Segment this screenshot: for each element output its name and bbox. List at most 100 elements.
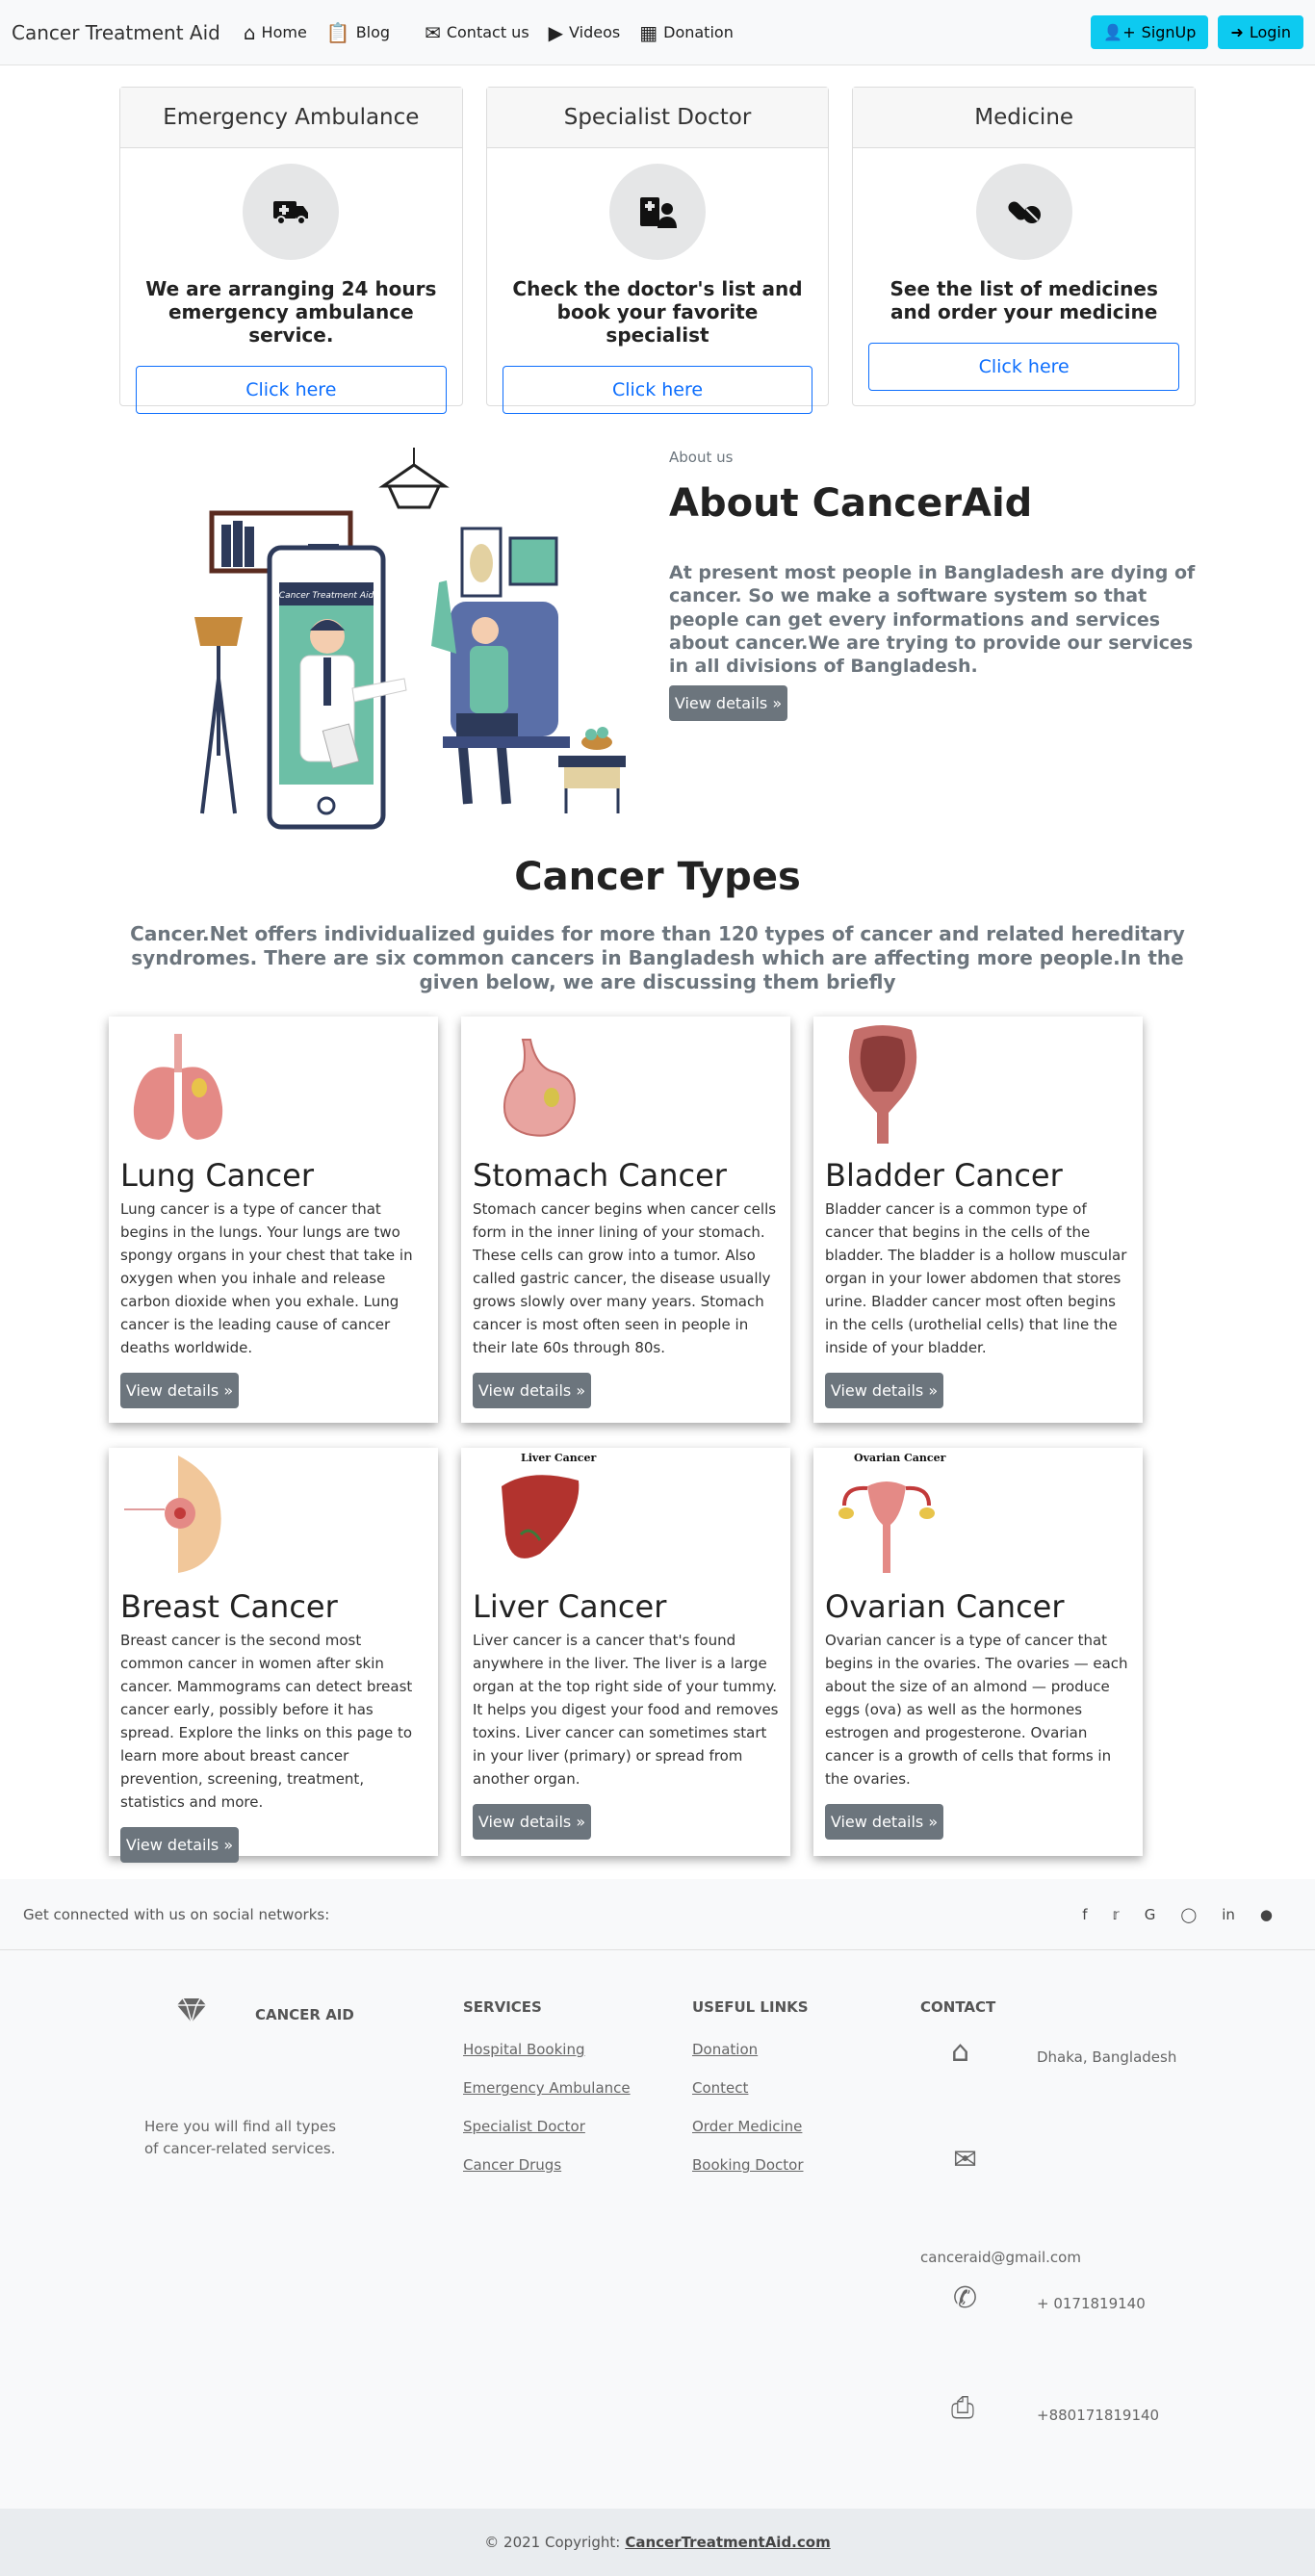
login-button[interactable]: ➜ Login [1218,15,1303,49]
sign-in-icon: ➜ [1230,23,1244,41]
lung-image [120,1017,426,1151]
service-title: Medicine [853,88,1196,148]
cancer-title: Ovarian Cancer [825,1588,1065,1625]
services-heading: SERVICES [463,1998,542,2016]
instagram-icon[interactable]: ◯ [1180,1906,1197,1923]
contact-email: canceraid@gmail.com [920,2249,1081,2266]
cancer-types-subtitle: Cancer.Net offers individualized guides … [130,922,1185,993]
github-icon[interactable]: ● [1260,1906,1273,1923]
user-plus-icon: 👤+ [1103,23,1136,41]
cancer-title: Stomach Cancer [473,1157,727,1194]
cancer-card-ovarian: Ovarian Cancer Ovarian Cancer Ovarian ca… [813,1448,1143,1856]
ovarian-image-label: Ovarian Cancer [854,1452,946,1464]
contact-heading: CONTACT [920,1998,996,2016]
service-card-ambulance: Emergency Ambulance We are arranging 24 … [119,87,463,414]
home-icon: ⌂ [951,2035,970,2069]
about-title: About CancerAid [669,481,1033,526]
footer-brand: CANCER AID [255,2006,354,2023]
cancer-card-liver: Liver Cancer Liver Cancer Liver cancer i… [461,1448,790,1856]
pills-icon [975,164,1072,260]
play-circle-icon: ▶ [548,20,564,44]
social-icons: f 𝕣 G ◯ in ● [1082,1906,1273,1923]
liver-view-details-button[interactable]: View details » [473,1804,591,1840]
ambulance-icon [243,164,340,260]
home-icon: ⌂ [243,20,256,44]
facebook-icon[interactable]: f [1082,1906,1087,1923]
copyright-bar: © 2021 Copyright: CancerTreatmentAid.com [0,2509,1315,2576]
cancer-text: Lung cancer is a type of cancer that beg… [120,1200,413,1356]
lung-view-details-button[interactable]: View details » [120,1373,239,1408]
footer-link-donation[interactable]: Donation [692,2041,758,2058]
cancer-text: Ovarian cancer is a type of cancer that … [825,1632,1128,1788]
service-card-doctor: Specialist Doctor Check the doctor's lis… [485,87,830,414]
envelope-icon: ✉ [953,2143,978,2177]
doctor-click-button[interactable]: Click here [502,366,813,414]
envelope-icon: ✉ [425,20,441,44]
breast-image [120,1448,426,1583]
footer-link-emergency-ambulance[interactable]: Emergency Ambulance [463,2079,631,2097]
diamond-icon [175,1996,208,2027]
nav-donation-link[interactable]: ▦ Donation [639,23,734,42]
brand-link[interactable]: Cancer Treatment Aid [12,21,220,44]
footer-link-cancer-drugs[interactable]: Cancer Drugs [463,2156,561,2174]
service-text: We are arranging 24 hours emergency ambu… [145,277,437,347]
liver-image-label: Liver Cancer [521,1452,597,1464]
nav-links: ⌂ Home 📋 Blog ✉ Contact us ▶ Videos ▦ Donatio… [244,23,753,42]
social-text: Get connected with us on social networks… [23,1905,330,1923]
about-illustration: Cancer Treatment Aid [194,448,626,830]
nav-blog-link[interactable]: 📋 Blog [326,23,390,42]
cancer-types-title: Cancer Types [514,855,801,899]
nav-contact-link[interactable]: ✉ Contact us [425,23,529,42]
print-icon: ⎙ [951,2391,974,2425]
useful-links-heading: USEFUL LINKS [692,1998,809,2016]
phone-screen-label: Cancer Treatment Aid [279,591,374,601]
contact-address: Dhaka, Bangladesh [1037,2048,1177,2066]
clipboard-icon: 📋 [325,20,350,44]
linkedin-icon[interactable]: in [1222,1906,1235,1923]
google-icon[interactable]: G [1145,1906,1156,1923]
medicine-click-button[interactable]: Click here [868,343,1180,391]
nav-videos-link[interactable]: ▶ Videos [549,23,621,42]
copyright-link[interactable]: CancerTreatmentAid.com [625,2534,830,2551]
stomach-image [473,1017,779,1151]
ovarian-image: Ovarian Cancer [825,1448,1131,1583]
footer-link-hospital-booking[interactable]: Hospital Booking [463,2041,585,2058]
cancer-card-stomach: Stomach Cancer Stomach cancer begins whe… [461,1017,790,1423]
cancer-title: Lung Cancer [120,1157,314,1194]
service-text: See the list of medicines and order your… [890,277,1158,323]
cancer-title: Breast Cancer [120,1588,338,1625]
phone-icon: ✆ [953,2281,978,2315]
stomach-view-details-button[interactable]: View details » [473,1373,591,1408]
bladder-view-details-button[interactable]: View details » [825,1373,943,1408]
cancer-text: Breast cancer is the second most common … [120,1632,413,1811]
footer-link-order-medicine[interactable]: Order Medicine [692,2118,802,2135]
cancer-text: Bladder cancer is a common type of cance… [825,1200,1127,1356]
footer-link-booking-doctor[interactable]: Booking Doctor [692,2156,804,2174]
service-title: Emergency Ambulance [120,88,462,148]
twitter-icon[interactable]: 𝕣 [1113,1906,1120,1923]
signup-button[interactable]: 👤+ SignUp [1091,15,1209,49]
cancer-title: Liver Cancer [473,1588,667,1625]
cancer-card-breast: Breast Cancer Breast cancer is the secon… [109,1448,438,1863]
navbar: Cancer Treatment Aid ⌂ Home 📋 Blog ✉ Contac… [0,0,1315,65]
liver-image: Liver Cancer [473,1448,779,1583]
ovarian-view-details-button[interactable]: View details » [825,1804,943,1840]
breast-view-details-button[interactable]: View details » [120,1827,239,1863]
footer-link-specialist-doctor[interactable]: Specialist Doctor [463,2118,585,2135]
footer: CANCER AID Here you will find all types … [0,1950,1315,2509]
about-label: About us [669,449,734,466]
service-cards: Emergency Ambulance We are arranging 24 … [119,87,1197,414]
service-text: Check the doctor's list and book your fa… [512,277,803,347]
ambulance-click-button[interactable]: Click here [136,366,447,414]
cancer-text: Stomach cancer begins when cancer cells … [473,1200,777,1356]
service-card-medicine: Medicine See the list of medicines and o… [852,87,1197,406]
copyright-text: © 2021 Copyright: [484,2534,621,2551]
contact-fax: +880171819140 [1037,2407,1160,2424]
cancer-card-lung: Lung Cancer Lung cancer is a type of can… [109,1017,438,1423]
hospital-user-icon [609,164,706,260]
about-view-details-button[interactable]: View details » [669,685,787,721]
bladder-image [825,1017,1131,1151]
nav-home-link[interactable]: ⌂ Home [244,23,307,42]
cancer-card-bladder: Bladder Cancer Bladder cancer is a commo… [813,1017,1143,1423]
footer-link-contect[interactable]: Contect [692,2079,748,2097]
